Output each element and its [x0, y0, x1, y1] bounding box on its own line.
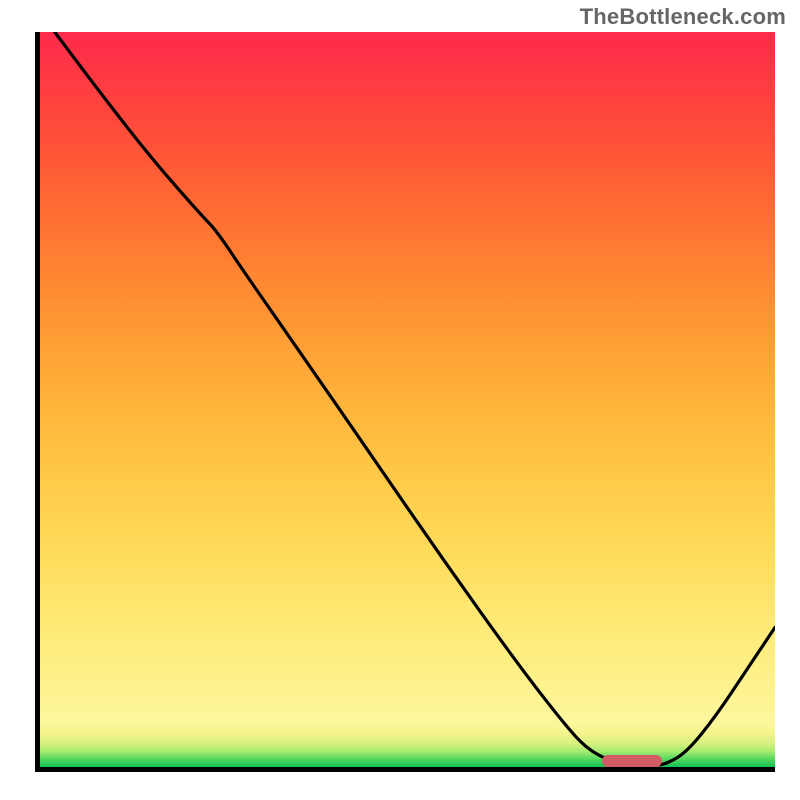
watermark-text: TheBottleneck.com [580, 4, 786, 30]
curve-layer [40, 32, 775, 767]
bottleneck-chart: TheBottleneck.com [0, 0, 800, 800]
plot-area [35, 32, 775, 772]
bottleneck-curve-line [55, 32, 775, 765]
optimal-zone-marker [602, 755, 661, 767]
